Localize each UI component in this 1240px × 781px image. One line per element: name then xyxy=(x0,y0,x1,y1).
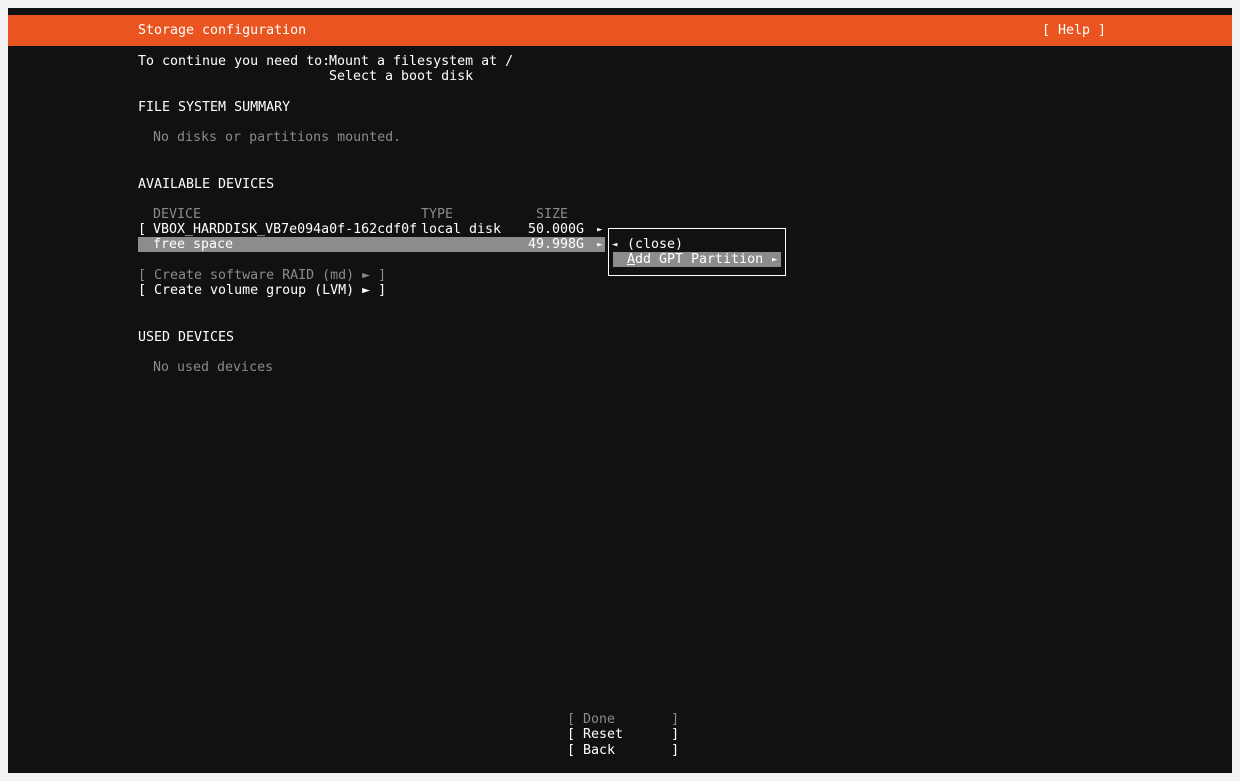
page-title: Storage configuration xyxy=(138,23,307,38)
help-button[interactable]: [ Help ] xyxy=(1042,23,1106,39)
fs-summary-empty: No disks or partitions mounted. xyxy=(153,130,402,145)
add-gpt-label: dd GPT Partition xyxy=(635,252,764,267)
create-volume-group-button[interactable]: [ Create volume group (LVM) ► ] xyxy=(138,283,386,299)
create-software-raid-button: [ Create software RAID (md) ► ] xyxy=(138,268,387,283)
disk-size: 50.000G xyxy=(528,222,585,237)
disk-type: local disk xyxy=(421,222,502,237)
back-button[interactable]: [ Back ] xyxy=(567,743,679,759)
done-button: [ Done ] xyxy=(567,712,680,727)
free-space-size: 49.998G xyxy=(528,237,585,252)
installer-terminal: Storage configuration [ Help ] To contin… xyxy=(8,8,1232,773)
menu-item-close[interactable]: (close) xyxy=(627,237,683,253)
column-type: TYPE xyxy=(421,207,454,222)
column-size: SIZE xyxy=(536,207,569,222)
disk-name: VBOX_HARDDISK_VB7e094a0f-162cdf0f xyxy=(153,222,418,237)
intro-prefix: To continue you need to: xyxy=(138,54,331,69)
partition-action-menu: ◄ (close) A dd GPT Partition ► xyxy=(608,228,786,276)
add-gpt-hotkey: A xyxy=(627,252,636,267)
task-boot-disk: Select a boot disk xyxy=(329,69,474,84)
free-space-label: free space xyxy=(153,237,234,252)
used-devices-empty: No used devices xyxy=(153,360,274,375)
disk-menu-arrow-icon[interactable]: ► xyxy=(597,222,602,238)
free-space-menu-arrow-icon[interactable]: ► xyxy=(597,237,602,253)
disk-row-bracket: [ xyxy=(138,222,147,237)
reset-button[interactable]: [ Reset ] xyxy=(567,727,679,743)
column-device: DEVICE xyxy=(153,207,202,222)
used-devices-heading: USED DEVICES xyxy=(138,330,235,345)
task-mount-root: Mount a filesystem at / xyxy=(329,54,514,69)
header-bar: Storage configuration [ Help ] xyxy=(8,15,1232,46)
available-devices-heading: AVAILABLE DEVICES xyxy=(138,177,275,192)
close-arrow-icon: ◄ xyxy=(612,240,618,250)
fs-summary-heading: FILE SYSTEM SUMMARY xyxy=(138,100,291,115)
add-gpt-arrow-icon: ► xyxy=(772,255,778,265)
